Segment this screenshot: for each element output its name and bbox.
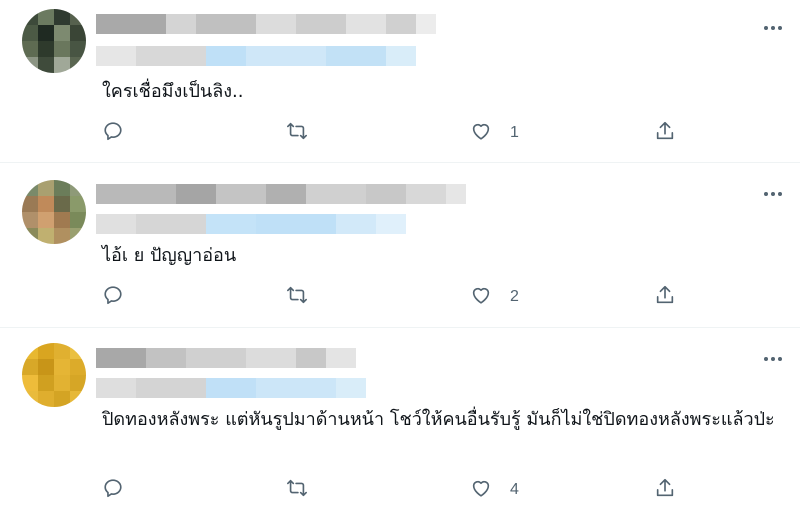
more-icon [764, 357, 768, 361]
share-button[interactable] [654, 120, 676, 146]
like-button[interactable]: 4 [470, 477, 519, 503]
author-handle-blurred [96, 46, 416, 66]
more-options-button[interactable] [758, 349, 788, 369]
tweet-actions: 4 [100, 477, 700, 503]
reply-button[interactable] [102, 120, 124, 146]
like-count: 2 [510, 288, 519, 305]
like-button[interactable]: 1 [470, 120, 519, 146]
retweet-button[interactable] [286, 120, 308, 146]
like-button[interactable]: 2 [470, 284, 519, 310]
reply-icon [102, 284, 124, 311]
avatar[interactable] [22, 9, 86, 73]
like-icon [470, 120, 492, 147]
retweet-button[interactable] [286, 284, 308, 310]
retweet-icon [286, 284, 308, 311]
tweet-actions: 2 [100, 284, 700, 310]
more-icon [764, 26, 768, 30]
like-count: 1 [510, 124, 519, 141]
tweet-3[interactable]: ปิดทองหลังพระ แต่หันรูปมาด้านหน้า โชว์ให… [0, 328, 800, 507]
author-name-blurred[interactable] [96, 14, 436, 34]
more-icon [764, 192, 768, 196]
tweet-1[interactable]: ใครเชื่อมึงเป็นลิง.. 1 [0, 0, 800, 162]
like-icon [470, 284, 492, 311]
author-name-blurred[interactable] [96, 348, 356, 368]
reply-icon [102, 120, 124, 147]
reply-icon [102, 477, 124, 504]
author-handle-blurred [96, 214, 406, 234]
avatar[interactable] [22, 343, 86, 407]
reply-button[interactable] [102, 284, 124, 310]
share-button[interactable] [654, 284, 676, 310]
tweet-text: ปิดทองหลังพระ แต่หันรูปมาด้านหน้า โชว์ให… [102, 409, 775, 430]
share-icon [654, 477, 676, 504]
like-count: 4 [510, 481, 519, 498]
more-options-button[interactable] [758, 18, 788, 38]
share-button[interactable] [654, 477, 676, 503]
author-handle-blurred [96, 378, 366, 398]
avatar[interactable] [22, 180, 86, 244]
author-name-blurred[interactable] [96, 184, 466, 204]
share-icon [654, 284, 676, 311]
tweet-actions: 1 [100, 120, 700, 146]
share-icon [654, 120, 676, 147]
retweet-icon [286, 120, 308, 147]
tweet-text: ไอ้เ ย ปัญญาอ่อน [102, 245, 237, 266]
reply-button[interactable] [102, 477, 124, 503]
retweet-icon [286, 477, 308, 504]
more-options-button[interactable] [758, 184, 788, 204]
tweet-2[interactable]: ไอ้เ ย ปัญญาอ่อน 2 [0, 163, 800, 327]
tweet-text: ใครเชื่อมึงเป็นลิง.. [102, 81, 244, 102]
like-icon [470, 477, 492, 504]
retweet-button[interactable] [286, 477, 308, 503]
